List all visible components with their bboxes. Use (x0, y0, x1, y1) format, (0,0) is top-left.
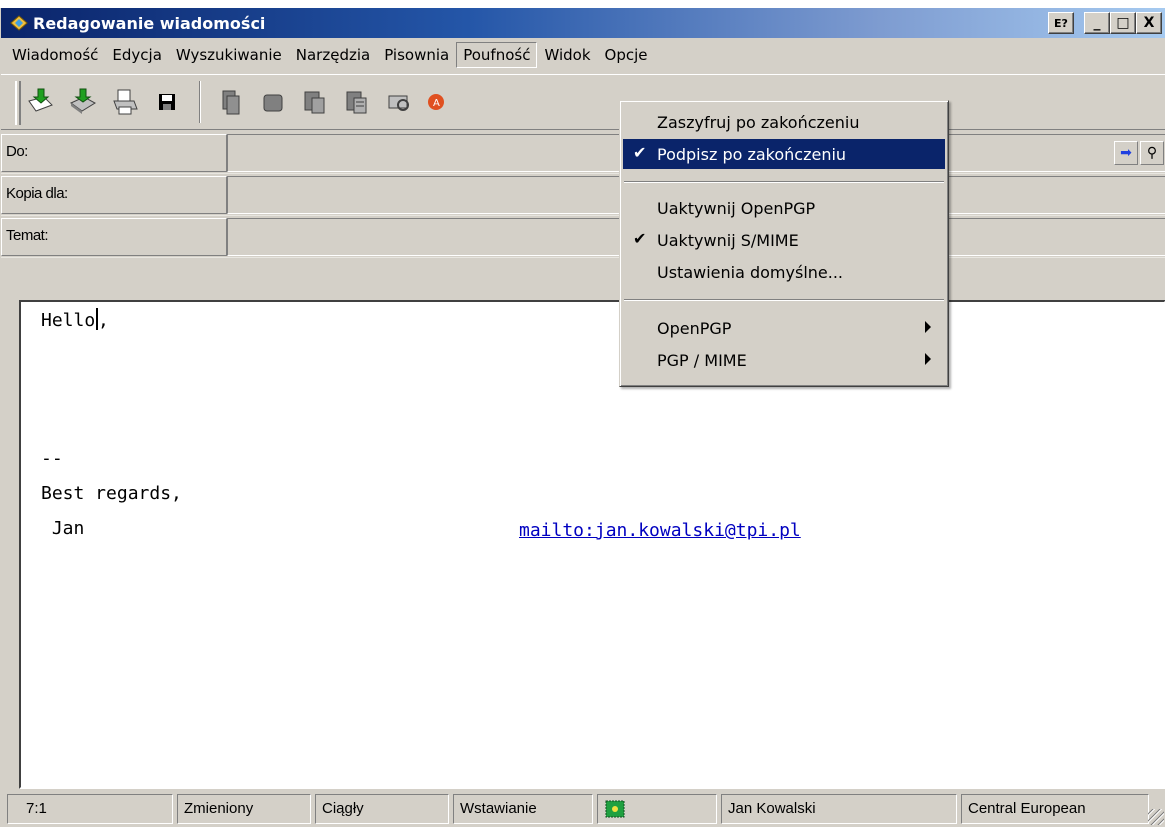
header-fields: Do: ➡ ⚲ Kopia dla: Temat: (1, 132, 1165, 258)
compose-window: Redagowanie wiadomości E? _ □ X Wiadomoś… (0, 8, 1165, 827)
paste-quote-icon[interactable] (337, 82, 377, 122)
greeting-line: Hello , (41, 308, 109, 331)
stamp-icon (605, 800, 625, 817)
checkmark-icon: ✔ (633, 143, 647, 162)
mailto-link[interactable]: mailto:jan.kowalski@tpi.pl (519, 520, 801, 541)
cursor-position: 7:1 (7, 793, 173, 824)
menu-item-enable-openpgp[interactable]: Uaktywnij OpenPGP (623, 193, 945, 223)
title-buttons: E? _ □ X (1048, 12, 1162, 34)
message-editor[interactable]: Hello , -- Best regards, Jan mailto:jan.… (19, 300, 1165, 789)
find-icon[interactable] (379, 82, 419, 122)
stamp-icon-panel[interactable] (597, 793, 717, 824)
to-label[interactable]: Do: (1, 134, 227, 172)
menu-message[interactable]: Wiadomość (5, 42, 105, 68)
menu-separator (624, 181, 944, 183)
menu-privacy[interactable]: Poufność (456, 42, 538, 68)
help-button[interactable]: E? (1048, 12, 1074, 34)
text-caret (96, 308, 99, 330)
menu-view[interactable]: Widok (537, 42, 597, 68)
submenu-arrow-icon (925, 353, 931, 365)
signature-separator: -- (41, 448, 63, 469)
spell-icon[interactable]: A (421, 82, 461, 122)
wrap-mode[interactable]: Ciągły (315, 793, 449, 824)
window-title: Redagowanie wiadomości (33, 13, 266, 33)
toolbar: A (1, 74, 1165, 130)
status-bar: 7:1 Zmieniony Ciągły Wstawianie Jan Kowa… (1, 790, 1165, 827)
menu-item-enable-smime[interactable]: ✔ Uaktywnij S/MIME (623, 225, 945, 255)
menu-spelling[interactable]: Pisownia (377, 42, 456, 68)
toolbar-grip[interactable] (15, 81, 21, 125)
menu-item-sign[interactable]: ✔ Podpisz po zakończeniu (623, 139, 945, 169)
paste-icon[interactable] (295, 82, 335, 122)
arrow-right-icon[interactable]: ➡ (1114, 141, 1138, 165)
send-now-icon[interactable] (21, 82, 61, 122)
menu-bar: Wiadomość Edycja Wyszukiwanie Narzędzia … (1, 38, 1165, 72)
close-button[interactable]: X (1136, 12, 1162, 34)
menu-item-openpgp[interactable]: OpenPGP (623, 313, 945, 343)
address-buttons: ➡ ⚲ (1114, 141, 1164, 165)
cc-label[interactable]: Kopia dla: (1, 176, 227, 214)
to-row: Do: ➡ ⚲ (1, 132, 1165, 174)
submenu-arrow-icon (925, 321, 931, 333)
cc-row: Kopia dla: (1, 174, 1165, 216)
privacy-dropdown: Zaszyfruj po zakończeniu ✔ Podpisz po za… (619, 100, 949, 387)
menu-item-pgp-mime[interactable]: PGP / MIME (623, 345, 945, 375)
cut-icon[interactable] (211, 82, 251, 122)
subject-label[interactable]: Temat: (1, 218, 227, 256)
regards-line: Best regards, (41, 483, 182, 504)
svg-text:A: A (433, 98, 440, 109)
toolbar-separator (199, 81, 201, 123)
subject-row: Temat: (1, 216, 1165, 258)
name-line: Jan (41, 518, 85, 539)
menu-separator (624, 299, 944, 301)
print-icon[interactable] (105, 82, 145, 122)
send-later-icon[interactable] (63, 82, 103, 122)
resize-grip[interactable] (1148, 809, 1164, 825)
save-icon[interactable] (147, 82, 187, 122)
menu-tools[interactable]: Narzędzia (289, 42, 377, 68)
minimize-button[interactable]: _ (1084, 12, 1110, 34)
address-book-icon[interactable]: ⚲ (1140, 141, 1164, 165)
modified-status: Zmieniony (177, 793, 311, 824)
maximize-button[interactable]: □ (1110, 12, 1136, 34)
checkmark-icon: ✔ (633, 229, 647, 248)
menu-options[interactable]: Opcje (598, 42, 655, 68)
app-icon (10, 15, 28, 31)
menu-item-encrypt[interactable]: Zaszyfruj po zakończeniu (623, 107, 945, 137)
menu-edit[interactable]: Edycja (105, 42, 168, 68)
copy-icon[interactable] (253, 82, 293, 122)
insert-mode[interactable]: Wstawianie (453, 793, 593, 824)
identity-name[interactable]: Jan Kowalski (721, 793, 957, 824)
menu-search[interactable]: Wyszukiwanie (169, 42, 289, 68)
menu-item-defaults[interactable]: Ustawienia domyślne... (623, 257, 945, 287)
charset[interactable]: Central European (961, 793, 1149, 824)
title-bar[interactable]: Redagowanie wiadomości E? _ □ X (1, 8, 1165, 38)
